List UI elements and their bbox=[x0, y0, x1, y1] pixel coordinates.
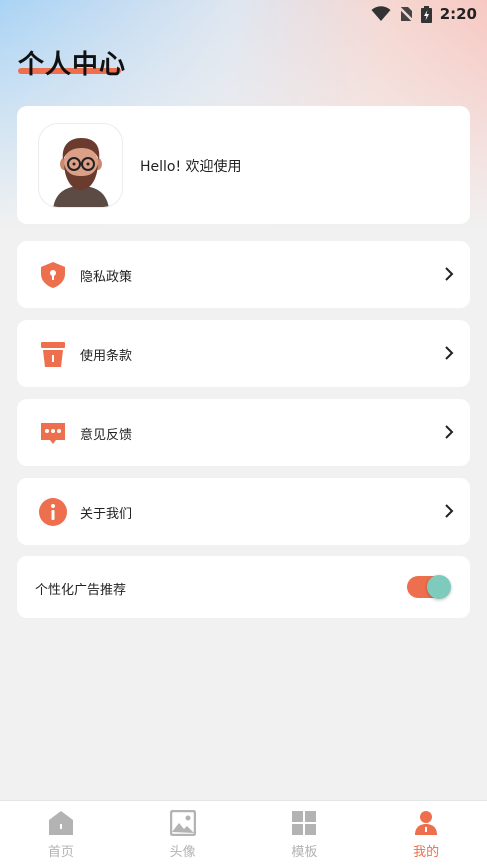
chevron-right-icon bbox=[445, 425, 454, 439]
terms-cup-icon bbox=[41, 342, 65, 367]
bottom-nav: 首页 头像 模板 我的 bbox=[0, 800, 487, 865]
greeting-text: Hello! 欢迎使用 bbox=[140, 159, 242, 175]
info-icon bbox=[39, 498, 67, 526]
no-sim-icon bbox=[398, 6, 413, 22]
nav-item-avatar[interactable]: 头像 bbox=[122, 801, 244, 865]
personalized-ads-label: 个性化广告推荐 bbox=[35, 583, 127, 598]
menu-item-label: 隐私政策 bbox=[80, 270, 133, 285]
nav-label: 模板 bbox=[291, 845, 318, 860]
grid-icon bbox=[292, 811, 317, 835]
chevron-right-icon bbox=[445, 504, 454, 518]
home-icon bbox=[48, 811, 73, 835]
image-icon bbox=[169, 810, 196, 836]
wifi-icon bbox=[371, 6, 391, 21]
shield-icon bbox=[41, 262, 65, 288]
page-title: 个人中心 bbox=[18, 50, 127, 80]
personalized-ads-setting: 个性化广告推荐 bbox=[17, 556, 470, 618]
nav-item-mine[interactable]: 我的 bbox=[365, 801, 487, 865]
menu-item-label: 使用条款 bbox=[80, 349, 133, 364]
menu-item-about-us[interactable]: 关于我们 bbox=[17, 478, 470, 545]
nav-item-templates[interactable]: 模板 bbox=[244, 801, 366, 865]
chevron-right-icon bbox=[445, 346, 454, 360]
menu-item-label: 意见反馈 bbox=[80, 428, 133, 443]
nav-item-home[interactable]: 首页 bbox=[0, 801, 122, 865]
nav-label: 我的 bbox=[413, 845, 440, 860]
menu-item-label: 关于我们 bbox=[80, 507, 133, 522]
menu-item-privacy-policy[interactable]: 隐私政策 bbox=[17, 241, 470, 308]
avatar-illustration bbox=[53, 138, 109, 207]
menu-item-feedback[interactable]: 意见反馈 bbox=[17, 399, 470, 466]
menu-item-terms-of-use[interactable]: 使用条款 bbox=[17, 320, 470, 387]
chat-bubble-icon bbox=[41, 423, 65, 444]
nav-label: 头像 bbox=[169, 845, 196, 860]
clock: 2:20 bbox=[439, 5, 477, 23]
person-icon bbox=[415, 811, 438, 835]
status-bar: 2:20 bbox=[0, 0, 487, 28]
toggle-knob bbox=[427, 575, 451, 599]
battery-charging-icon bbox=[420, 5, 432, 23]
avatar[interactable] bbox=[38, 123, 123, 208]
nav-label: 首页 bbox=[47, 845, 74, 860]
chevron-right-icon bbox=[445, 267, 454, 281]
profile-card[interactable]: Hello! 欢迎使用 bbox=[17, 106, 470, 224]
personalized-ads-toggle[interactable] bbox=[407, 575, 451, 599]
